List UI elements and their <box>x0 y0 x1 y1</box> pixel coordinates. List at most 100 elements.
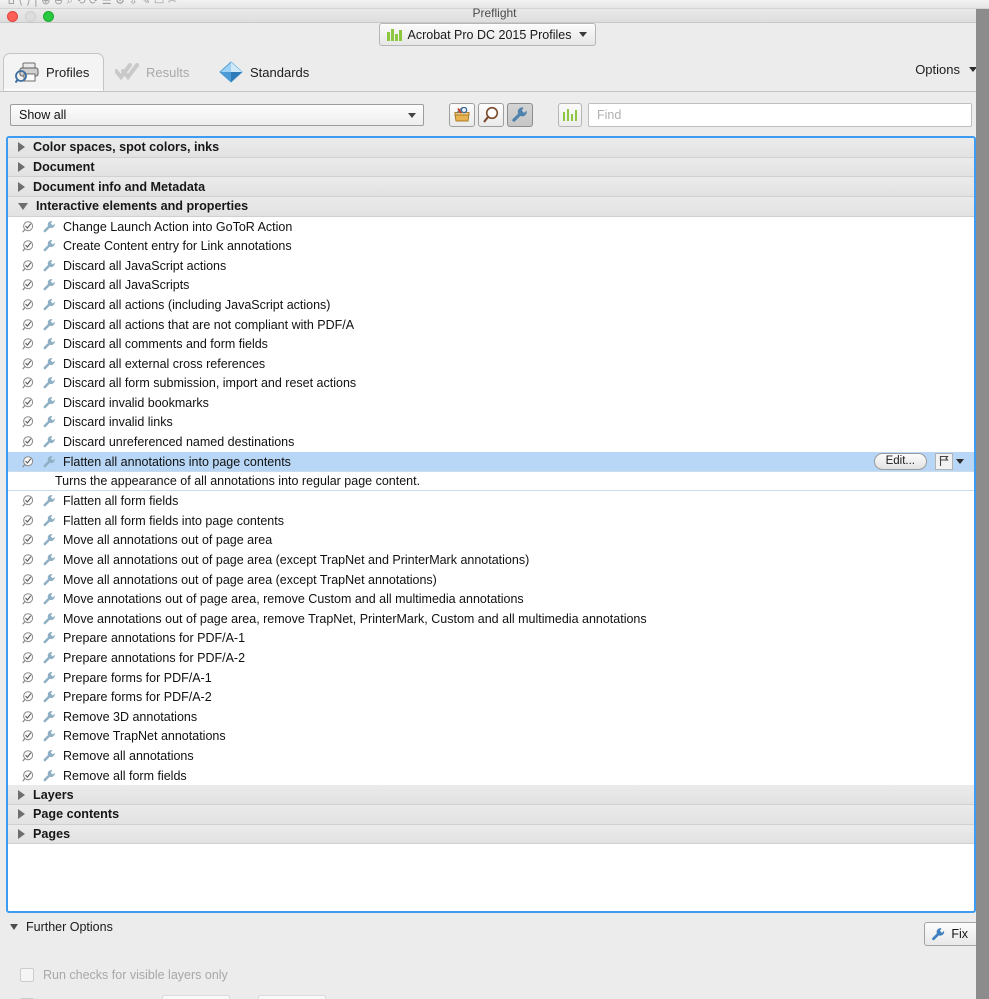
triangle-right-icon[interactable] <box>18 809 25 820</box>
group-header-3[interactable]: Interactive elements and properties <box>8 197 974 217</box>
profile-list-item[interactable]: Move annotations out of page area, remov… <box>8 589 974 610</box>
group-header-1[interactable]: Document <box>8 157 974 178</box>
chevron-down-icon <box>408 112 416 118</box>
profile-list-item[interactable]: Discard all actions that are not complia… <box>8 314 974 335</box>
check-magnifier-icon <box>22 632 34 644</box>
tab-standards[interactable]: Standards <box>208 53 323 91</box>
further-options-toggle[interactable]: Further Options <box>10 920 113 934</box>
find-input[interactable]: Find <box>588 103 972 127</box>
profile-item-label: Flatten all form fields into page conten… <box>63 513 284 528</box>
inspect-button[interactable] <box>478 103 504 127</box>
profile-list-item[interactable]: Remove 3D annotations <box>8 707 974 727</box>
tab-results[interactable]: Results <box>104 53 203 91</box>
group-header-0[interactable]: Color spaces, spot colors, inks <box>8 138 974 158</box>
wrench-icon <box>43 318 55 330</box>
triangle-right-icon[interactable] <box>18 181 25 192</box>
profile-list-item[interactable]: Flatten all form fields into page conten… <box>8 511 974 531</box>
profiles-view-button[interactable] <box>558 103 582 127</box>
triangle-down-icon[interactable] <box>18 202 28 210</box>
show-all-dropdown[interactable]: Show all <box>10 104 424 126</box>
check-magnifier-icon <box>22 455 34 468</box>
triangle-right-icon[interactable] <box>18 829 25 840</box>
run-checks-visible-layers-checkbox[interactable] <box>20 968 34 982</box>
check-magnifier-icon <box>22 220 34 233</box>
check-magnifier-icon <box>22 436 34 448</box>
profiles-list[interactable]: Color spaces, spot colors, inks Document D… <box>8 138 974 911</box>
flag-control[interactable] <box>935 452 964 470</box>
flag-box[interactable] <box>935 452 953 470</box>
profile-item-label: Remove 3D annotations <box>63 709 198 724</box>
options-menu-label: Options <box>915 62 960 77</box>
edit-button[interactable]: Edit... <box>873 452 927 470</box>
wrench-icon <box>43 396 55 409</box>
profile-list-item[interactable]: Move all annotations out of page area <box>8 530 974 551</box>
wrench-icon <box>43 279 55 291</box>
profile-list-item[interactable]: Create Content entry for Link annotation… <box>8 236 974 256</box>
profile-item-label: Prepare annotations for PDF/A-2 <box>63 651 246 666</box>
profile-list-item[interactable]: Remove TrapNet annotations <box>8 726 974 747</box>
wrench-icon <box>43 338 55 350</box>
group-header-6[interactable]: Pages <box>8 824 974 845</box>
tab-profiles[interactable]: Profiles <box>3 53 105 91</box>
profile-list-item[interactable]: Prepare forms for PDF/A-1 <box>8 667 974 688</box>
profile-list-item[interactable]: Discard all JavaScript actions <box>8 255 974 276</box>
check-magnifier-icon <box>22 573 34 586</box>
fixup-button[interactable] <box>507 103 533 127</box>
chevron-down-icon <box>579 32 588 37</box>
wrench-icon <box>43 632 55 644</box>
window-scrollbar[interactable] <box>976 9 989 999</box>
profile-list-item[interactable]: Discard invalid bookmarks <box>8 393 974 413</box>
triangle-right-icon[interactable] <box>18 789 25 800</box>
chevron-down-icon[interactable] <box>956 458 964 464</box>
check-magnifier-icon <box>22 318 34 331</box>
profile-set-label: Acrobat Pro DC 2015 Profiles <box>407 27 572 42</box>
profile-list-item-selected[interactable]: Flatten all annotations into page conten… <box>8 451 974 472</box>
edit-profile-button[interactable] <box>449 103 475 127</box>
options-menu-button[interactable]: Options <box>915 62 977 77</box>
page-to-input[interactable]: 12 <box>258 995 327 999</box>
profile-list-item[interactable]: Move all annotations out of page area (e… <box>8 550 974 570</box>
profile-item-label: Flatten all form fields <box>63 494 179 509</box>
profile-list-item[interactable]: Flatten all form fields <box>8 491 974 512</box>
profile-list-item[interactable]: Discard all external cross references <box>8 353 974 374</box>
profile-list-item[interactable]: Discard all comments and form fields <box>8 334 974 354</box>
wrench-icon <box>43 534 55 546</box>
preflight-page-range-row[interactable]: Preflight only pages 1 to 12 <box>20 995 327 999</box>
profile-list-item[interactable]: Remove all form fields <box>8 765 974 786</box>
profile-list-item[interactable]: Discard all form submission, import and … <box>8 373 974 394</box>
profile-list-item[interactable]: Prepare annotations for PDF/A-1 <box>8 628 974 649</box>
window-titlebar: Preflight <box>0 6 989 23</box>
wrench-icon <box>43 671 55 683</box>
run-checks-visible-layers-row[interactable]: Run checks for visible layers only <box>20 968 228 982</box>
profile-item-label: Remove all annotations <box>63 748 194 763</box>
wrench-icon <box>43 259 55 272</box>
profile-set-dropdown[interactable]: Acrobat Pro DC 2015 Profiles <box>379 23 597 46</box>
profile-list-item[interactable]: Move annotations out of page area, remov… <box>8 609 974 629</box>
profile-list-item[interactable]: Move all annotations out of page area (e… <box>8 569 974 590</box>
profile-list-item[interactable]: Prepare forms for PDF/A-2 <box>8 687 974 707</box>
profiles-list-panel[interactable]: Color spaces, spot colors, inks Document D… <box>6 136 976 913</box>
window-title: Preflight <box>472 6 517 20</box>
profile-list-item[interactable]: Discard all actions (including JavaScrip… <box>8 295 974 315</box>
wrench-icon <box>43 436 55 448</box>
profile-item-label: Discard invalid bookmarks <box>63 395 209 410</box>
profile-list-item[interactable]: Remove all annotations <box>8 746 974 766</box>
page-from-input[interactable]: 1 <box>161 995 230 999</box>
fix-button[interactable]: Fix <box>924 922 978 946</box>
profile-list-item[interactable]: Change Launch Action into GoToR Action <box>8 216 974 237</box>
wrench-icon <box>43 298 55 311</box>
profile-list-item[interactable]: Discard all JavaScripts <box>8 275 974 296</box>
triangle-right-icon[interactable] <box>18 162 25 173</box>
profile-list-item[interactable]: Discard invalid links <box>8 412 974 433</box>
profile-list-item[interactable]: Discard unreferenced named destinations <box>8 432 974 452</box>
check-magnifier-icon <box>22 534 34 546</box>
check-magnifier-icon <box>22 259 34 272</box>
group-header-2[interactable]: Document info and Metadata <box>8 177 974 198</box>
triangle-right-icon[interactable] <box>18 142 25 153</box>
check-magnifier-icon <box>22 377 34 389</box>
tab-profiles-label: Profiles <box>46 64 90 80</box>
profile-item-description: Turns the appearance of all annotations … <box>8 471 974 492</box>
group-header-5[interactable]: Page contents <box>8 805 974 825</box>
group-header-4[interactable]: Layers <box>8 785 974 806</box>
profile-list-item[interactable]: Prepare annotations for PDF/A-2 <box>8 648 974 668</box>
